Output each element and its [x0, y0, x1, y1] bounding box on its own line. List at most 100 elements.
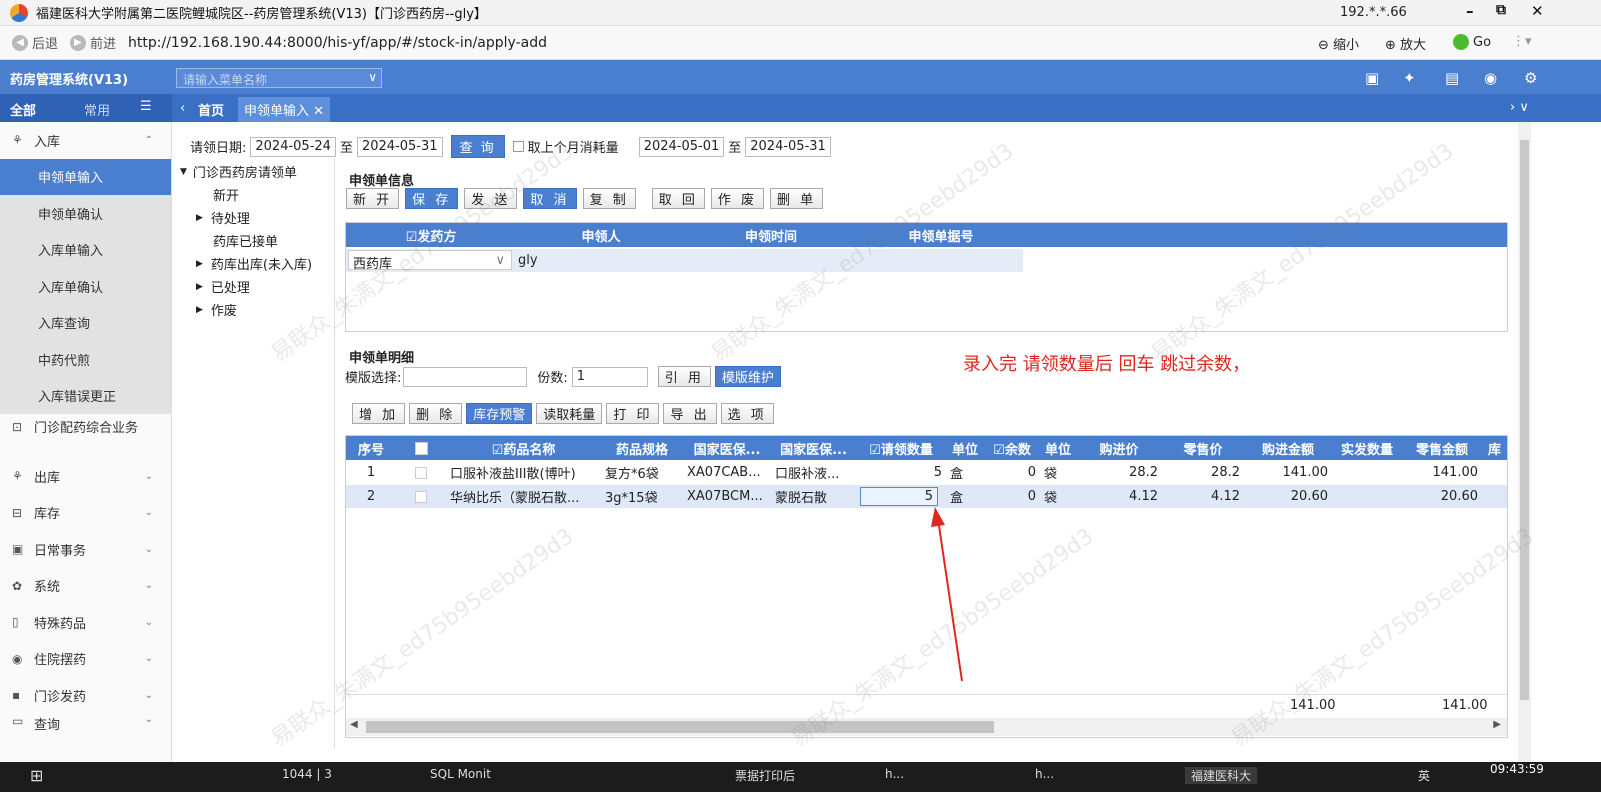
close-tab-icon[interactable]: ✕: [313, 104, 324, 119]
tab-current[interactable]: 申领单输入 ✕: [238, 97, 331, 122]
sidebar-group-dispensing[interactable]: ⊡ 门诊配药综合业务: [0, 414, 171, 458]
col-remainder[interactable]: ☑余数: [984, 436, 1040, 460]
cell-check[interactable]: [396, 485, 446, 508]
cell-remainder[interactable]: 0: [984, 485, 1040, 508]
sidebar-item-error-fix[interactable]: 入库错误更正: [0, 377, 171, 414]
header-supplier[interactable]: ☑发药方: [346, 223, 516, 247]
cell-apply-qty[interactable]: 5: [856, 461, 946, 484]
sidebar-group-stock[interactable]: ⊟ 库存 ⌄: [0, 495, 171, 532]
eye-icon[interactable]: ◉: [1484, 69, 1497, 87]
taskbar-item[interactable]: h...: [1035, 767, 1054, 781]
tree-item-new[interactable]: 新开: [180, 183, 330, 206]
taskbar-item[interactable]: 1044 | 3: [282, 767, 332, 781]
stock-alert-button[interactable]: 库存预警: [466, 403, 533, 424]
sidebar-group-inpatient[interactable]: ◉ 住院摆药 ⌄: [0, 641, 171, 678]
tab-common[interactable]: 常用: [84, 100, 110, 119]
tab-scroll-right-icon[interactable]: › ∨: [1504, 97, 1535, 122]
col-unit-2[interactable]: 单位: [1040, 436, 1076, 460]
delete-order-button[interactable]: 删 单: [769, 188, 824, 209]
col-insurance-name[interactable]: 国家医保...: [771, 436, 856, 460]
col-apply-qty[interactable]: ☑请领数量: [856, 436, 946, 460]
template-select[interactable]: [403, 366, 528, 387]
zoom-in-button[interactable]: ⊕ 放大: [1385, 34, 1426, 53]
date-from-field[interactable]: 2024-05-24: [250, 136, 336, 157]
tab-scroll-left-icon[interactable]: ‹: [174, 98, 191, 123]
query-button[interactable]: 查 询: [450, 135, 505, 158]
template-maint-button[interactable]: 模版维护: [714, 366, 781, 387]
more-icon[interactable]: ⋮▾: [1512, 34, 1532, 49]
tree-item-accepted[interactable]: 药库已接单: [180, 229, 330, 252]
sidebar-item-stockin-input[interactable]: 入库单输入: [0, 231, 171, 268]
tab-all[interactable]: 全部: [10, 100, 36, 119]
tab-home[interactable]: 首页: [192, 97, 230, 122]
cell-remainder[interactable]: 0: [984, 461, 1040, 484]
splitter[interactable]: [334, 158, 335, 748]
sidebar-item-apply-input[interactable]: 申领单输入: [0, 158, 171, 195]
read-usage-button[interactable]: 读取耗量: [536, 403, 603, 424]
col-drug-name[interactable]: ☑药品名称: [446, 436, 601, 460]
taskbar-item-active[interactable]: 福建医科大: [1185, 767, 1258, 784]
tree-item-pending[interactable]: ▶ 待处理: [180, 206, 330, 229]
tree-item-out[interactable]: ▶ 药库出库(未入库): [180, 252, 330, 275]
horizontal-scrollbar[interactable]: ◀ ▶: [346, 718, 1507, 736]
print-button[interactable]: 打 印: [606, 403, 660, 424]
tree-item-void[interactable]: ▶ 作废: [180, 298, 330, 321]
start-icon[interactable]: ⊞: [30, 766, 43, 785]
taskbar-item[interactable]: 票据打印后: [735, 767, 795, 784]
minimize-button[interactable]: –: [1466, 2, 1474, 20]
sidebar-group-special-drugs[interactable]: ▯ 特殊药品 ⌄: [0, 604, 171, 641]
cell-apply-qty[interactable]: 5: [860, 487, 938, 506]
col-stock[interactable]: 库: [1482, 436, 1507, 460]
sidebar-item-decoction[interactable]: 中药代煎: [0, 341, 171, 378]
add-button[interactable]: 增 加: [352, 403, 406, 424]
close-button[interactable]: ✕: [1531, 2, 1544, 20]
date2-to-field[interactable]: 2024-05-31: [745, 136, 831, 157]
h-scrollbar-thumb[interactable]: [366, 721, 994, 733]
table-row[interactable]: 1 口服补液盐III散(博叶) 复方*6袋 XA07CAB... 口服补液... 5 盒 0 袋…: [346, 461, 1507, 484]
header-applicant[interactable]: 申领人: [516, 223, 686, 247]
date-to-field[interactable]: 2024-05-31: [356, 136, 443, 157]
row-checkbox[interactable]: [415, 466, 427, 479]
scrollbar-thumb[interactable]: [1520, 140, 1529, 700]
zoom-out-button[interactable]: ⊖ 缩小: [1318, 34, 1359, 53]
export-button[interactable]: 导 出: [663, 403, 717, 424]
sidebar-group-outbound[interactable]: ⚘ 出库 ⌄: [0, 458, 171, 495]
col-insurance-code[interactable]: 国家医保...: [683, 436, 771, 460]
go-button[interactable]: Go: [1453, 34, 1491, 50]
copies-input[interactable]: 1: [571, 366, 648, 387]
col-retail-amount[interactable]: 零售金额: [1402, 436, 1482, 460]
header-apply-no[interactable]: 申领单据号: [856, 223, 1026, 247]
col-spec[interactable]: 药品规格: [601, 436, 683, 460]
col-buy-price[interactable]: 购进价: [1076, 436, 1162, 460]
header-apply-time[interactable]: 申领时间: [686, 223, 856, 247]
screen-icon[interactable]: ▣: [1365, 69, 1379, 87]
sidebar-group-ruku[interactable]: ⚘ 入库 ⌃: [0, 122, 171, 159]
save-button[interactable]: 保 存: [405, 188, 459, 209]
col-actual-qty[interactable]: 实发数量: [1332, 436, 1402, 460]
col-check[interactable]: [396, 436, 446, 460]
supplier-select[interactable]: 西药库 ∨: [348, 250, 512, 272]
forward-button[interactable]: ▶ 前进: [70, 33, 116, 52]
menu-search-input[interactable]: 请输入菜单名称 ∨: [176, 68, 382, 88]
new-button[interactable]: 新 开: [346, 188, 400, 209]
copy-button[interactable]: 复 制: [582, 188, 636, 209]
cancel-button[interactable]: 取 消: [523, 188, 577, 209]
row-checkbox[interactable]: [415, 490, 427, 503]
reference-button[interactable]: 引 用: [657, 366, 711, 387]
prev-month-checkbox[interactable]: [512, 141, 524, 152]
sidebar-group-query[interactable]: ▭ 查询 ⌄: [0, 714, 171, 734]
col-unit[interactable]: 单位: [946, 436, 984, 460]
maximize-button[interactable]: ⧉: [1496, 2, 1506, 18]
menu-icon[interactable]: ☰: [140, 99, 152, 114]
settings-icon[interactable]: ⚙: [1524, 69, 1537, 87]
back-button[interactable]: ◀ 后退: [12, 33, 58, 52]
sidebar-group-outpatient[interactable]: ▪ 门诊发药 ⌄: [0, 677, 171, 714]
pin-icon[interactable]: ✦: [1403, 69, 1416, 87]
delete-button[interactable]: 删 除: [409, 403, 463, 424]
lang-indicator[interactable]: 英: [1418, 767, 1430, 784]
sidebar-group-daily[interactable]: ▣ 日常事务 ⌄: [0, 531, 171, 568]
doc-icon[interactable]: ▤: [1445, 69, 1459, 87]
options-button[interactable]: 选 项: [720, 403, 774, 424]
main-scrollbar[interactable]: [1518, 122, 1531, 762]
tree-root[interactable]: ▼ 门诊西药房请领单: [180, 160, 330, 183]
